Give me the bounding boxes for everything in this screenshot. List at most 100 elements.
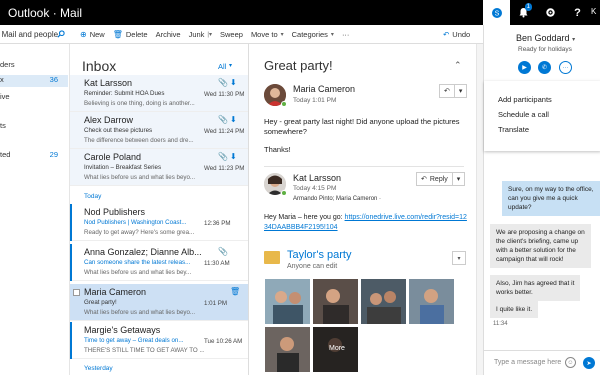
sender-name[interactable]: Maria Cameron [293, 84, 355, 94]
list-item-selected[interactable]: Maria Cameron Great party! What lies bef… [70, 284, 248, 321]
chat-input[interactable]: Type a message here ☺ ➤ [484, 350, 600, 375]
email-body: Hey - great party last night! Did anyone… [264, 117, 460, 136]
list-item[interactable]: Carole Poland Invitation – Breakfast Ser… [70, 149, 248, 186]
reading-pane: Great party! ⌃ Maria Cameron Today 1:01 … [249, 44, 476, 375]
new-button[interactable]: ⊕ New [80, 30, 105, 39]
more-photos-label[interactable]: More [329, 345, 345, 352]
top-bar: Outlook · Mail S 1 ? K [0, 0, 600, 25]
more-options-icon[interactable]: ··· [559, 61, 572, 74]
timestamp: 12:36 PM [204, 220, 231, 227]
photo-thumbnail[interactable] [265, 327, 310, 372]
chevron-down-icon[interactable]: ▾ [452, 251, 466, 265]
collapse-icon[interactable]: ⌃ [454, 60, 462, 71]
search-input[interactable]: Search Mail and people [0, 25, 70, 44]
emoji-icon[interactable]: ☺ [565, 357, 576, 368]
skype-icon[interactable]: S [483, 0, 510, 25]
list-item[interactable]: Margie's Getaways Time to get away – Gre… [70, 322, 248, 359]
pin-icon[interactable]: ⬇ [230, 152, 237, 161]
reply-button[interactable]: ↶ Reply ▾ [416, 172, 466, 186]
photo-thumbnail[interactable] [361, 279, 406, 324]
search-placeholder[interactable]: Search Mail and people [0, 30, 58, 39]
email-subject: Great party! [264, 58, 333, 73]
skype-pane: Ben Goddard ▾ Ready for holidays ▶ ✆ ···… [483, 25, 600, 375]
folder-item-inbox[interactable]: x 36 [0, 75, 68, 87]
subject: Can someone share the latest releas... [84, 259, 191, 266]
scrollbar[interactable] [476, 44, 483, 375]
photo-thumbnail-more[interactable]: More [313, 327, 358, 372]
menu-item-add-participants[interactable]: Add participants [498, 95, 552, 104]
delete-icon[interactable]: 🗑 [230, 287, 240, 296]
chat-input-placeholder[interactable]: Type a message here [494, 359, 561, 366]
list-item[interactable]: Kat Larsson Reminder: Submit HOA Dues Be… [70, 75, 248, 112]
filter-dropdown[interactable]: All [218, 62, 226, 71]
categories-button[interactable]: Categories ▾ [292, 30, 334, 39]
chevron-down-icon[interactable]: ▾ [229, 62, 232, 69]
pin-icon[interactable]: ⬇ [230, 78, 237, 87]
unread-indicator [70, 322, 72, 359]
delete-button[interactable]: 🗑 Delete [113, 30, 148, 39]
preview: THERE'S STILL TIME TO GET AWAY TO ... [84, 347, 204, 354]
notification-icon[interactable]: 1 [510, 0, 537, 25]
archive-button[interactable]: Archive [156, 30, 181, 39]
more-commands-button[interactable]: ··· [342, 30, 350, 39]
junk-button[interactable]: Junk |▾ [189, 30, 212, 39]
move-to-button[interactable]: Move to ▾ [251, 30, 284, 39]
sender-name[interactable]: Kat Larsson [293, 173, 341, 183]
photo-thumbnail[interactable] [409, 279, 454, 324]
search-icon[interactable] [57, 30, 65, 40]
list-item[interactable]: Alex Darrow Check out these pictures The… [70, 112, 248, 149]
menu-item-schedule-call[interactable]: Schedule a call [498, 110, 549, 119]
video-call-icon[interactable]: ▶ [518, 61, 531, 74]
list-item[interactable]: Nod Publishers Nod Publishers | Washingt… [70, 204, 248, 241]
preview: What lies before us and what lies beyo..… [84, 174, 196, 181]
sender: Anna Gonzalez; Dianne Alb... [84, 247, 202, 257]
folder-item[interactable]: ts [0, 121, 68, 133]
reply-all-button[interactable]: ↶ ▾ [439, 84, 468, 98]
undo-button[interactable]: ↶ Undo [443, 25, 470, 44]
share-subtitle: Anyone can edit [287, 263, 338, 270]
phone-icon[interactable]: ✆ [538, 61, 551, 74]
group-header-yesterday: Yesterday [84, 365, 113, 372]
help-icon[interactable]: ? [564, 0, 591, 25]
send-icon[interactable]: ➤ [583, 357, 595, 369]
list-item[interactable]: Anna Gonzalez; Dianne Alb... Can someone… [70, 244, 248, 281]
paperclip-icon: 📎 [218, 152, 228, 161]
folder-pane: ders x 36 ive ts ted 29 [0, 44, 70, 375]
chat-header: Ben Goddard ▾ Ready for holidays ▶ ✆ ··· [484, 25, 600, 75]
email-body: Hey Maria – here you go: https://onedriv… [264, 214, 467, 231]
share-title[interactable]: Taylor's party [287, 249, 351, 261]
preview: Believing is one thing, doing is another… [84, 100, 195, 107]
message-time: 11:34 [493, 321, 508, 327]
options-menu: Add participants Schedule a call Transla… [484, 81, 600, 151]
user-avatar[interactable]: K [591, 7, 596, 16]
folder-item[interactable]: ders [0, 60, 68, 72]
trash-icon: 🗑 [112, 30, 123, 39]
gear-icon[interactable] [537, 0, 564, 25]
timestamp: Wed 11:24 PM [204, 128, 245, 135]
folder-item[interactable]: ted 29 [0, 150, 68, 162]
inbox-title: Inbox [82, 58, 117, 74]
timestamp: Tue 10:26 AM [204, 338, 243, 345]
sender: Kat Larsson [84, 78, 133, 88]
folder-item[interactable]: ive [0, 92, 68, 104]
timestamp: Wed 11:30 PM [204, 91, 245, 98]
contact-name[interactable]: Ben Goddard ▾ [516, 33, 575, 43]
chat-bubble-incoming: We are proposing a change on the client'… [490, 224, 591, 268]
folder-icon [264, 251, 280, 264]
share-card[interactable]: Taylor's party Anyone can edit ▾ [264, 247, 469, 277]
select-checkbox[interactable] [73, 289, 80, 296]
chevron-down-icon: ▾ [453, 85, 467, 97]
photo-thumbnail[interactable] [313, 279, 358, 324]
photo-thumbnail[interactable] [265, 279, 310, 324]
subject: Reminder: Submit HOA Dues [84, 90, 165, 97]
reply-all-icon: ↶ [444, 88, 450, 95]
menu-item-translate[interactable]: Translate [498, 125, 529, 134]
sender: Maria Cameron [84, 287, 147, 297]
command-bar: Search Mail and people ⊕New 🗑Delete Arch… [0, 25, 483, 44]
pin-icon[interactable]: ⬇ [230, 115, 237, 124]
sweep-button[interactable]: Sweep [220, 30, 243, 39]
chevron-down-icon: ▾ [280, 32, 284, 38]
app-title[interactable]: Outlook · Mail [0, 6, 82, 20]
recipients[interactable]: Armando Pinto; Maria Cameron · [293, 196, 381, 202]
message-divider [264, 166, 464, 167]
